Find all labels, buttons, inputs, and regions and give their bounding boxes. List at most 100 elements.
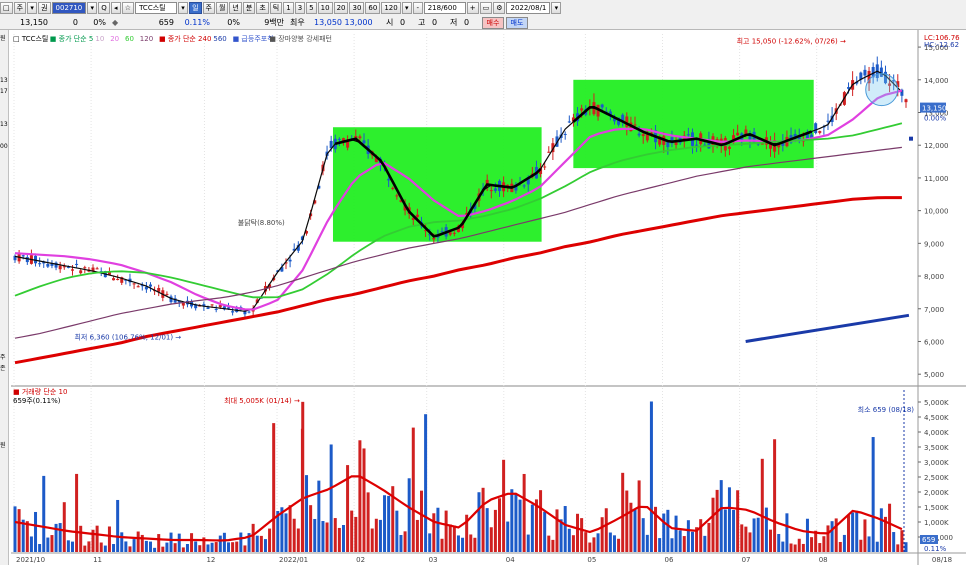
volume-bar: [296, 528, 300, 552]
volume-bar: [251, 523, 255, 552]
period-day-button[interactable]: 일: [189, 1, 202, 14]
volume-bar: [284, 513, 288, 552]
volume-bar: [818, 543, 822, 552]
calendar-icon[interactable]: ▾: [551, 1, 562, 14]
volume-bar: [424, 414, 428, 552]
quote-low: 0: [464, 18, 470, 27]
volume-bar: [255, 535, 259, 552]
interval-5-button[interactable]: 5: [306, 1, 317, 14]
date-field[interactable]: 2022/08/1: [506, 1, 551, 14]
volume-bar: [116, 499, 120, 552]
interval-30-button[interactable]: 30: [349, 1, 365, 14]
volume-bar: [259, 535, 263, 552]
interval-dropdown-icon[interactable]: ▾: [401, 1, 412, 14]
volume-bar: [407, 478, 411, 552]
volume-bar: [785, 513, 789, 552]
count-field[interactable]: 218/600: [423, 1, 466, 14]
volume-bar: [510, 489, 514, 552]
volume-bar: [34, 511, 38, 552]
candle-body: [58, 265, 62, 270]
volume-bar: [666, 509, 670, 552]
low-annotation: 최저 6,360 (106.76%, 12/01) →: [74, 333, 181, 342]
candle-body: [600, 104, 604, 108]
interval-1-button[interactable]: 1: [283, 1, 294, 14]
interval-10-button[interactable]: 10: [317, 1, 333, 14]
volume-axis-label: 5,000K: [924, 399, 949, 407]
plus-button[interactable]: +: [466, 1, 479, 14]
period-tick-button[interactable]: 틱: [269, 1, 283, 14]
volume-bar: [124, 541, 128, 552]
quote-low-label: 저: [450, 18, 458, 27]
interval-20-button[interactable]: 20: [333, 1, 349, 14]
range-button[interactable]: ▭: [479, 1, 493, 14]
layout-icon[interactable]: □: [0, 1, 13, 14]
candle-body: [489, 190, 493, 192]
candle-body: [448, 232, 452, 235]
volume-bar: [153, 547, 157, 552]
candle-body: [387, 178, 391, 181]
candle-body: [452, 232, 456, 234]
volume-bar: [309, 505, 313, 552]
left-edge-tag: 13: [0, 77, 8, 84]
volume-bar: [313, 518, 317, 552]
interval-60-button[interactable]: 60: [365, 1, 381, 14]
volume-bar: [584, 532, 588, 552]
name-dropdown-icon[interactable]: ▾: [178, 1, 189, 14]
candle-body: [863, 69, 867, 76]
stock-chart[interactable]: 15,00014,00013,00012,00011,00010,0009,00…: [0, 30, 966, 565]
candle-body: [83, 267, 87, 269]
volume-bar: [830, 521, 834, 552]
volume-bar: [112, 544, 116, 552]
period-second-button[interactable]: 초: [256, 1, 269, 14]
candle-body: [637, 133, 641, 136]
stock-name-field[interactable]: TCC스틸: [135, 1, 178, 14]
favorite-icon[interactable]: ☆: [121, 1, 135, 14]
volume-bar: [810, 537, 814, 552]
code-dropdown-icon[interactable]: ▾: [87, 1, 98, 14]
search-icon[interactable]: Q: [98, 1, 110, 14]
price-axis-label: 11,000: [924, 175, 949, 183]
volume-bar: [366, 492, 370, 552]
candle-body: [432, 237, 436, 240]
volume-bar: [374, 518, 378, 552]
candle-body: [75, 263, 79, 265]
volume-axis-label: 4,000K: [924, 429, 949, 437]
pattern-zone: [573, 79, 814, 169]
volume-bar: [485, 508, 489, 552]
volume-bar: [633, 508, 637, 552]
volume-bar: [711, 497, 715, 552]
sell-button[interactable]: 매도: [506, 16, 528, 29]
chart-background: [0, 30, 966, 565]
interval-3-button[interactable]: 3: [294, 1, 306, 14]
quote-turnover: 9백만: [264, 18, 284, 27]
volume-bar: [592, 537, 596, 552]
period-year-button[interactable]: 년: [229, 1, 242, 14]
volume-bar: [62, 502, 66, 552]
minus-button[interactable]: -: [412, 1, 423, 14]
volume-bar: [801, 543, 805, 552]
volume-bar: [206, 544, 210, 552]
volume-bar: [243, 545, 247, 552]
current-price-pct: 0.00%: [924, 115, 947, 123]
menu-main-button[interactable]: 주: [13, 1, 27, 14]
interval-120-button[interactable]: 120: [381, 1, 401, 14]
volume-bar: [50, 535, 54, 552]
candle-body: [337, 138, 341, 141]
period-minute-button[interactable]: 분: [242, 1, 256, 14]
candle-body: [206, 307, 210, 309]
stock-code-field[interactable]: 002710: [51, 1, 87, 14]
prev-icon[interactable]: ◂: [110, 1, 121, 14]
current-price-tag: 13,150: [922, 105, 947, 113]
candle-body: [227, 307, 231, 309]
period-week-button[interactable]: 주: [202, 1, 215, 14]
period-month-button[interactable]: 월: [215, 1, 229, 14]
market-select[interactable]: 권: [38, 1, 51, 14]
volume-bar: [469, 534, 473, 552]
volume-bar: [547, 535, 551, 552]
buy-button[interactable]: 매수: [482, 16, 504, 29]
volume-bar: [383, 495, 387, 552]
toolbar-row-quote: 13,150 0 0% ◆ 659 0.11% 0% 9백만 최우 13,050…: [0, 15, 530, 30]
settings-icon[interactable]: ⚙: [493, 1, 506, 14]
dropdown-icon[interactable]: ▾: [27, 1, 38, 14]
volume-bar: [235, 541, 239, 552]
